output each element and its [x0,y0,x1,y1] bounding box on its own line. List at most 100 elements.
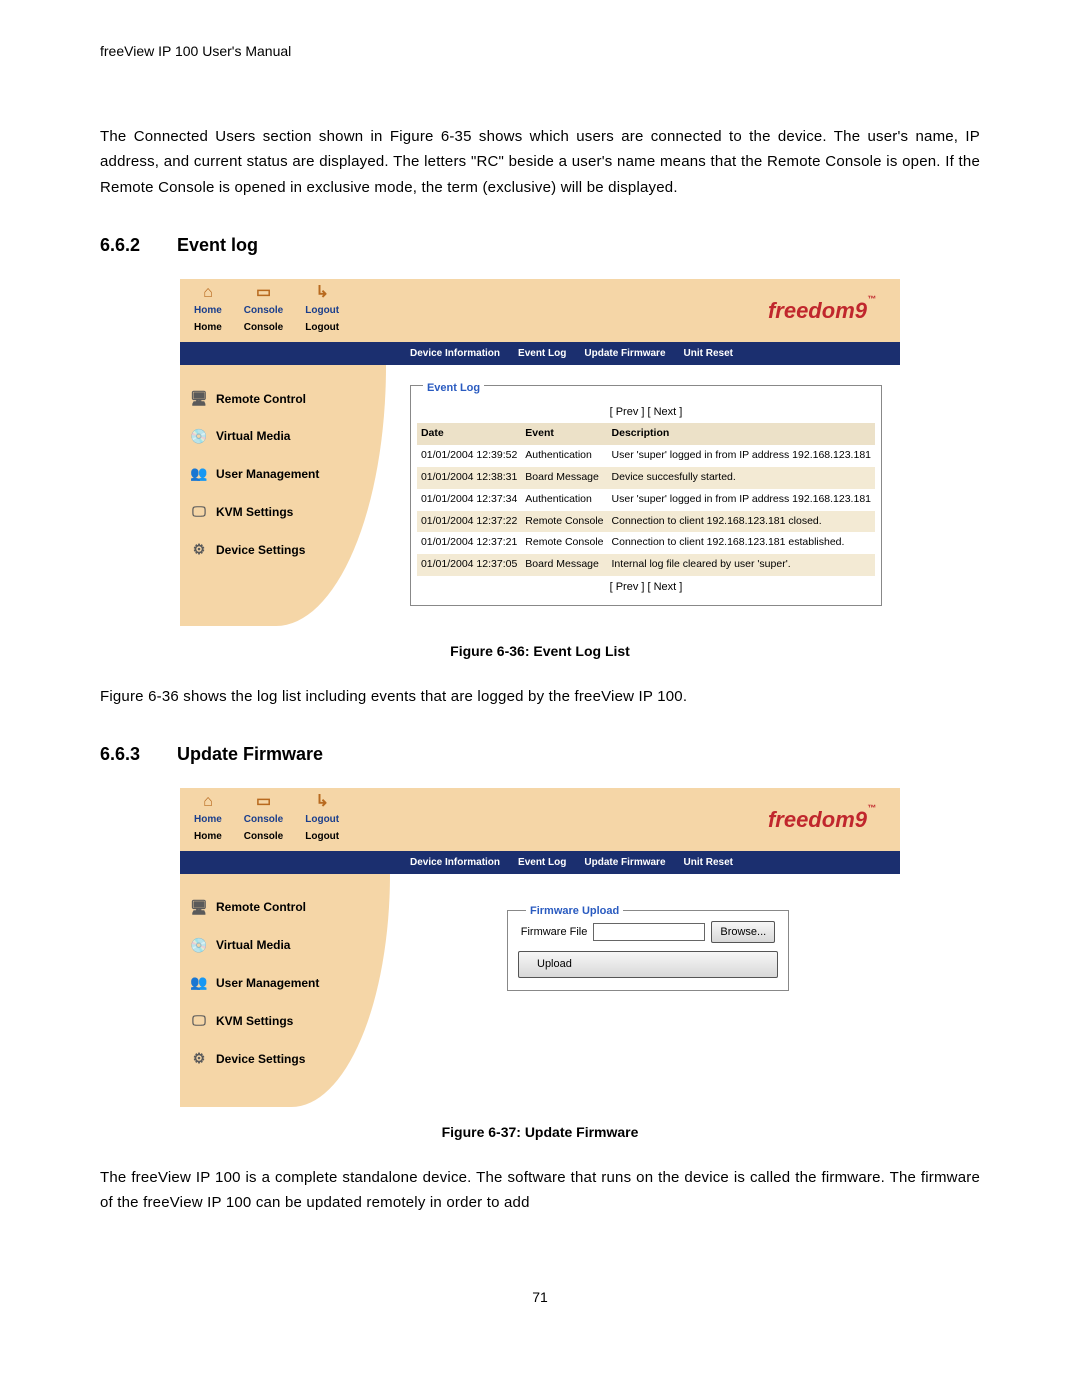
cell-date: 01/01/2004 12:39:52 [417,445,521,467]
after-fig36-paragraph: Figure 6-36 shows the log list including… [100,684,980,710]
console-icon: ▭ [244,285,283,301]
cell-date: 01/01/2004 12:38:31 [417,467,521,489]
firmware-file-input[interactable] [593,923,705,941]
intro-paragraph: The Connected Users section shown in Fig… [100,124,980,201]
trademark-icon: ™ [867,803,876,813]
sidebar-item-label: User Management [216,464,319,484]
sidebar-item-virtual-media[interactable]: 💿 Virtual Media [190,934,380,958]
screenshot-update-firmware: ⌂HomeHome ▭ConsoleConsole ↳LogoutLogout fr… [180,788,900,1107]
section-number: 6.6.3 [100,739,172,770]
remote-control-icon: 🖥 [190,387,208,411]
cell-date: 01/01/2004 12:37:22 [417,511,521,533]
sidebar-item-label: Remote Control [216,897,306,917]
kvm-settings-icon: 🖵 [190,500,208,524]
home-icon: ⌂ [194,285,222,301]
firmware-upload-panel: Firmware Upload Firmware File Browse... … [507,910,789,991]
sidebar: 🖥 Remote Control 💿 Virtual Media 👥 User Manag… [180,365,386,626]
sidebar-item-label: User Management [216,973,319,993]
tab-event-log[interactable]: Event Log [518,854,566,871]
cell-event: Board Message [521,467,607,489]
sidebar-item-label: Virtual Media [216,935,290,955]
sidebar: 🖥 Remote Control 💿 Virtual Media 👥 User Manag… [180,874,390,1107]
table-row: 01/01/2004 12:38:31Board MessageDevice s… [417,467,875,489]
virtual-media-icon: 💿 [190,425,208,449]
cell-date: 01/01/2004 12:37:34 [417,489,521,511]
event-log-panel: Event Log [ Prev ] [ Next ] Date Event D… [410,385,882,606]
user-management-icon: 👥 [190,462,208,486]
sidebar-item-remote-control[interactable]: 🖥 Remote Control [190,896,380,920]
top-icon-logout[interactable]: ↳LogoutLogout [305,285,339,336]
section-heading-update-firmware: 6.6.3 Update Firmware [100,739,980,770]
table-row: 01/01/2004 12:37:22Remote ConsoleConnect… [417,511,875,533]
cell-event: Authentication [521,489,607,511]
cell-desc: Device succesfully started. [608,467,875,489]
sidebar-item-label: Remote Control [216,389,306,409]
firmware-upload-legend: Firmware Upload [526,902,623,921]
logout-icon: ↳ [305,285,339,301]
tab-event-log[interactable]: Event Log [518,345,566,362]
brand-logo: freedom9™ [768,801,886,838]
section-number: 6.6.2 [100,230,172,261]
tab-device-information[interactable]: Device Information [410,345,500,362]
sidebar-item-virtual-media[interactable]: 💿 Virtual Media [190,425,376,449]
sidebar-item-label: Device Settings [216,540,305,560]
table-row: 01/01/2004 12:37:34AuthenticationUser 's… [417,489,875,511]
next-link[interactable]: [ Next ] [648,406,683,418]
browse-button[interactable]: Browse... [711,921,775,944]
cell-event: Authentication [521,445,607,467]
next-link[interactable]: [ Next ] [648,581,683,593]
prev-link[interactable]: [ Prev ] [610,581,645,593]
sidebar-item-kvm-settings[interactable]: 🖵 KVM Settings [190,500,376,524]
after-fig37-paragraph: The freeView IP 100 is a complete standa… [100,1165,980,1216]
tab-unit-reset[interactable]: Unit Reset [684,345,733,362]
section-title: Event log [177,235,258,255]
upload-button[interactable]: Upload [518,951,778,978]
cell-desc: Connection to client 192.168.123.181 est… [608,532,875,554]
sidebar-item-remote-control[interactable]: 🖥 Remote Control [190,387,376,411]
device-settings-icon: ⚙ [190,538,208,562]
table-row: 01/01/2004 12:39:52AuthenticationUser 's… [417,445,875,467]
sidebar-item-kvm-settings[interactable]: 🖵KVM Settings [190,1009,380,1033]
cell-desc: User 'super' logged in from IP address 1… [608,489,875,511]
top-icon-home[interactable]: ⌂HomeHome [194,794,222,845]
home-icon: ⌂ [194,794,222,810]
col-event: Event [521,423,607,445]
logout-icon: ↳ [305,794,339,810]
tab-bar: Device Information Event Log Update Firmwa… [180,851,900,874]
cell-event: Board Message [521,554,607,576]
table-row: 01/01/2004 12:37:05Board MessageInternal… [417,554,875,576]
page-number: 71 [100,1286,980,1310]
virtual-media-icon: 💿 [190,934,208,958]
sidebar-item-device-settings[interactable]: ⚙ Device Settings [190,538,376,562]
sidebar-item-label: KVM Settings [216,502,293,522]
page-header: freeView IP 100 User's Manual [100,40,980,64]
kvm-settings-icon: 🖵 [190,1009,208,1033]
sidebar-item-label: Virtual Media [216,426,290,446]
screenshot-event-log: ⌂HomeHome▭ConsoleConsole↳LogoutLogout fr… [180,279,900,626]
tab-update-firmware[interactable]: Update Firmware [584,345,665,362]
firmware-file-label: Firmware File [521,923,588,942]
figure-caption-36: Figure 6-36: Event Log List [100,640,980,664]
sidebar-item-user-management[interactable]: 👥 User Management [190,462,376,486]
tab-bar: Device Information Event Log Update Firmwa… [180,342,900,365]
sidebar-item-device-settings[interactable]: ⚙Device Settings [190,1047,380,1071]
tab-unit-reset[interactable]: Unit Reset [684,854,733,871]
top-icon-console[interactable]: ▭ConsoleConsole [244,285,283,336]
tab-device-information[interactable]: Device Information [410,854,500,871]
cell-desc: Connection to client 192.168.123.181 clo… [608,511,875,533]
top-icon-console[interactable]: ▭ConsoleConsole [244,794,283,845]
cell-event: Remote Console [521,511,607,533]
col-desc: Description [608,423,875,445]
top-icon-logout[interactable]: ↳LogoutLogout [305,794,339,845]
event-log-table: Date Event Description 01/01/2004 12:39:… [417,423,875,576]
event-log-legend: Event Log [423,382,484,394]
tab-update-firmware[interactable]: Update Firmware [584,854,665,871]
remote-control-icon: 🖥 [190,896,208,920]
cell-desc: Internal log file cleared by user 'super… [608,554,875,576]
section-title: Update Firmware [177,744,323,764]
prev-link[interactable]: [ Prev ] [610,406,645,418]
top-icon-home[interactable]: ⌂HomeHome [194,285,222,336]
user-management-icon: 👥 [190,971,208,995]
sidebar-item-user-management[interactable]: 👥 User Management [190,971,380,995]
sidebar-item-label: Device Settings [216,1049,305,1069]
